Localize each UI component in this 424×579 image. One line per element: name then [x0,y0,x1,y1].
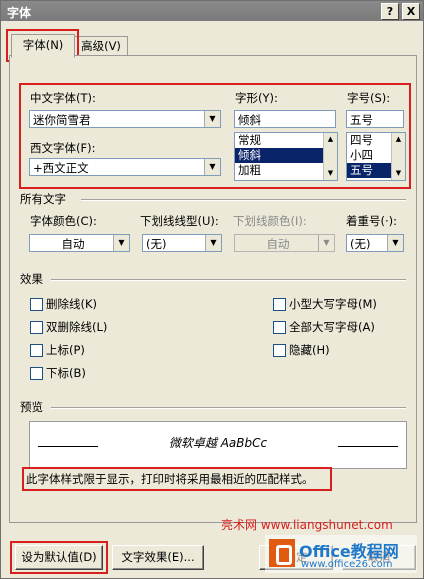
preview-box: 微软卓越 AaBbCc [29,421,407,469]
underline-color-label: 下划线颜色(I): [233,214,307,228]
all-text-section-label: 所有文字 [20,192,66,206]
font-size-value: 五号 [350,113,373,127]
small-caps-label[interactable]: 小型大写字母(M) [289,296,377,312]
title-bar[interactable]: 字体 ? X [1,1,423,21]
western-font-select[interactable]: +西文正文 ▼ [29,158,221,176]
strikethrough-label[interactable]: 删除线(K) [46,296,97,312]
superscript-checkbox[interactable] [30,344,43,357]
underline-style-label: 下划线线型(U): [140,214,219,228]
font-color-select[interactable]: 自动 ▼ [29,234,130,252]
small-caps-checkbox[interactable] [273,298,286,311]
scroll-down-icon[interactable]: ▼ [392,167,405,180]
font-style-value: 倾斜 [238,113,261,127]
emphasis-mark-label: 着重号(·): [346,214,398,228]
strikethrough-checkbox[interactable] [30,298,43,311]
font-style-list[interactable]: 常规 倾斜 加粗 ▲ ▼ [234,132,338,181]
emphasis-mark-value: (无) [350,237,371,251]
preview-baseline-right [338,446,398,447]
western-font-label: 西文字体(F): [30,141,96,155]
preview-sample-text: 微软卓越 AaBbCc [168,436,268,450]
western-font-value: +西文正文 [33,161,89,175]
double-strikethrough-label[interactable]: 双删除线(L) [46,319,107,335]
font-dialog: 字体 ? X 字体(N) 高级(V) 中文字体(T): 迷你简雪君 ▼ 西文字体… [0,0,424,579]
default-button-highlight-box [10,541,108,574]
chevron-down-icon[interactable]: ▼ [204,111,220,127]
subscript-checkbox[interactable] [30,367,43,380]
subscript-label[interactable]: 下标(B) [46,365,86,381]
all-caps-label[interactable]: 全部大写字母(A) [289,319,375,335]
underline-color-value: 自动 [266,237,290,251]
hidden-checkbox[interactable] [273,344,286,357]
text-effects-button[interactable]: 文字效果(E)... [112,545,204,570]
help-button[interactable]: ? [381,3,399,20]
double-strikethrough-checkbox[interactable] [30,321,43,334]
close-button[interactable]: X [402,3,420,20]
list-item[interactable]: 加粗 [235,163,337,178]
window-title: 字体 [7,6,32,20]
underline-style-value: (无) [146,237,167,251]
scrollbar[interactable]: ▲ ▼ [323,133,337,180]
chevron-down-icon[interactable]: ▼ [204,159,220,175]
divider [51,279,406,281]
chevron-down-icon: ▼ [318,235,334,251]
superscript-label[interactable]: 上标(P) [46,342,85,358]
scroll-down-icon[interactable]: ▼ [324,167,337,180]
font-size-input[interactable]: 五号 [346,110,404,128]
scroll-up-icon[interactable]: ▲ [324,133,337,146]
font-size-label: 字号(S): [347,91,391,105]
effects-section-label: 效果 [20,272,43,286]
chevron-down-icon[interactable]: ▼ [113,235,129,251]
emphasis-mark-select[interactable]: (无) ▼ [346,234,404,252]
scroll-up-icon[interactable]: ▲ [392,133,405,146]
underline-style-select[interactable]: (无) ▼ [142,234,222,252]
font-style-input[interactable]: 倾斜 [234,110,336,128]
divider [51,407,406,409]
preview-section-label: 预览 [20,400,43,414]
preview-baseline-left [38,446,98,447]
font-color-value: 自动 [61,237,85,251]
chevron-down-icon[interactable]: ▼ [205,235,221,251]
all-caps-checkbox[interactable] [273,321,286,334]
list-item[interactable]: 常规 [235,133,337,148]
office-logo-mark [276,545,292,565]
chinese-font-value: 迷你简雪君 [33,113,91,127]
list-item-selected[interactable]: 倾斜 [235,148,337,163]
underline-color-select: 自动 ▼ [234,234,335,252]
tab-advanced[interactable]: 高级(V) [74,36,128,55]
font-color-label: 字体颜色(C): [30,214,97,228]
office-logo-icon [269,539,295,567]
tab-font[interactable]: 字体(N) [11,34,75,58]
font-style-label: 字形(Y): [235,91,278,105]
watermark-site-text: 亮术网 www.liangshunet.com [221,518,393,532]
brand-watermark: Office教程网 www.office26.com [265,535,417,573]
scrollbar[interactable]: ▲ ▼ [391,133,405,180]
font-size-list[interactable]: 四号 小四 五号 ▲ ▼ [346,132,406,181]
chinese-font-select[interactable]: 迷你简雪君 ▼ [29,110,221,128]
hidden-label[interactable]: 隐藏(H) [289,342,330,358]
divider [81,199,406,201]
preview-note: 此字体样式限于显示，打印时将采用最相近的匹配样式。 [26,472,314,486]
brand-url: www.office26.com [301,559,393,570]
chinese-font-label: 中文字体(T): [30,91,96,105]
chevron-down-icon[interactable]: ▼ [387,235,403,251]
